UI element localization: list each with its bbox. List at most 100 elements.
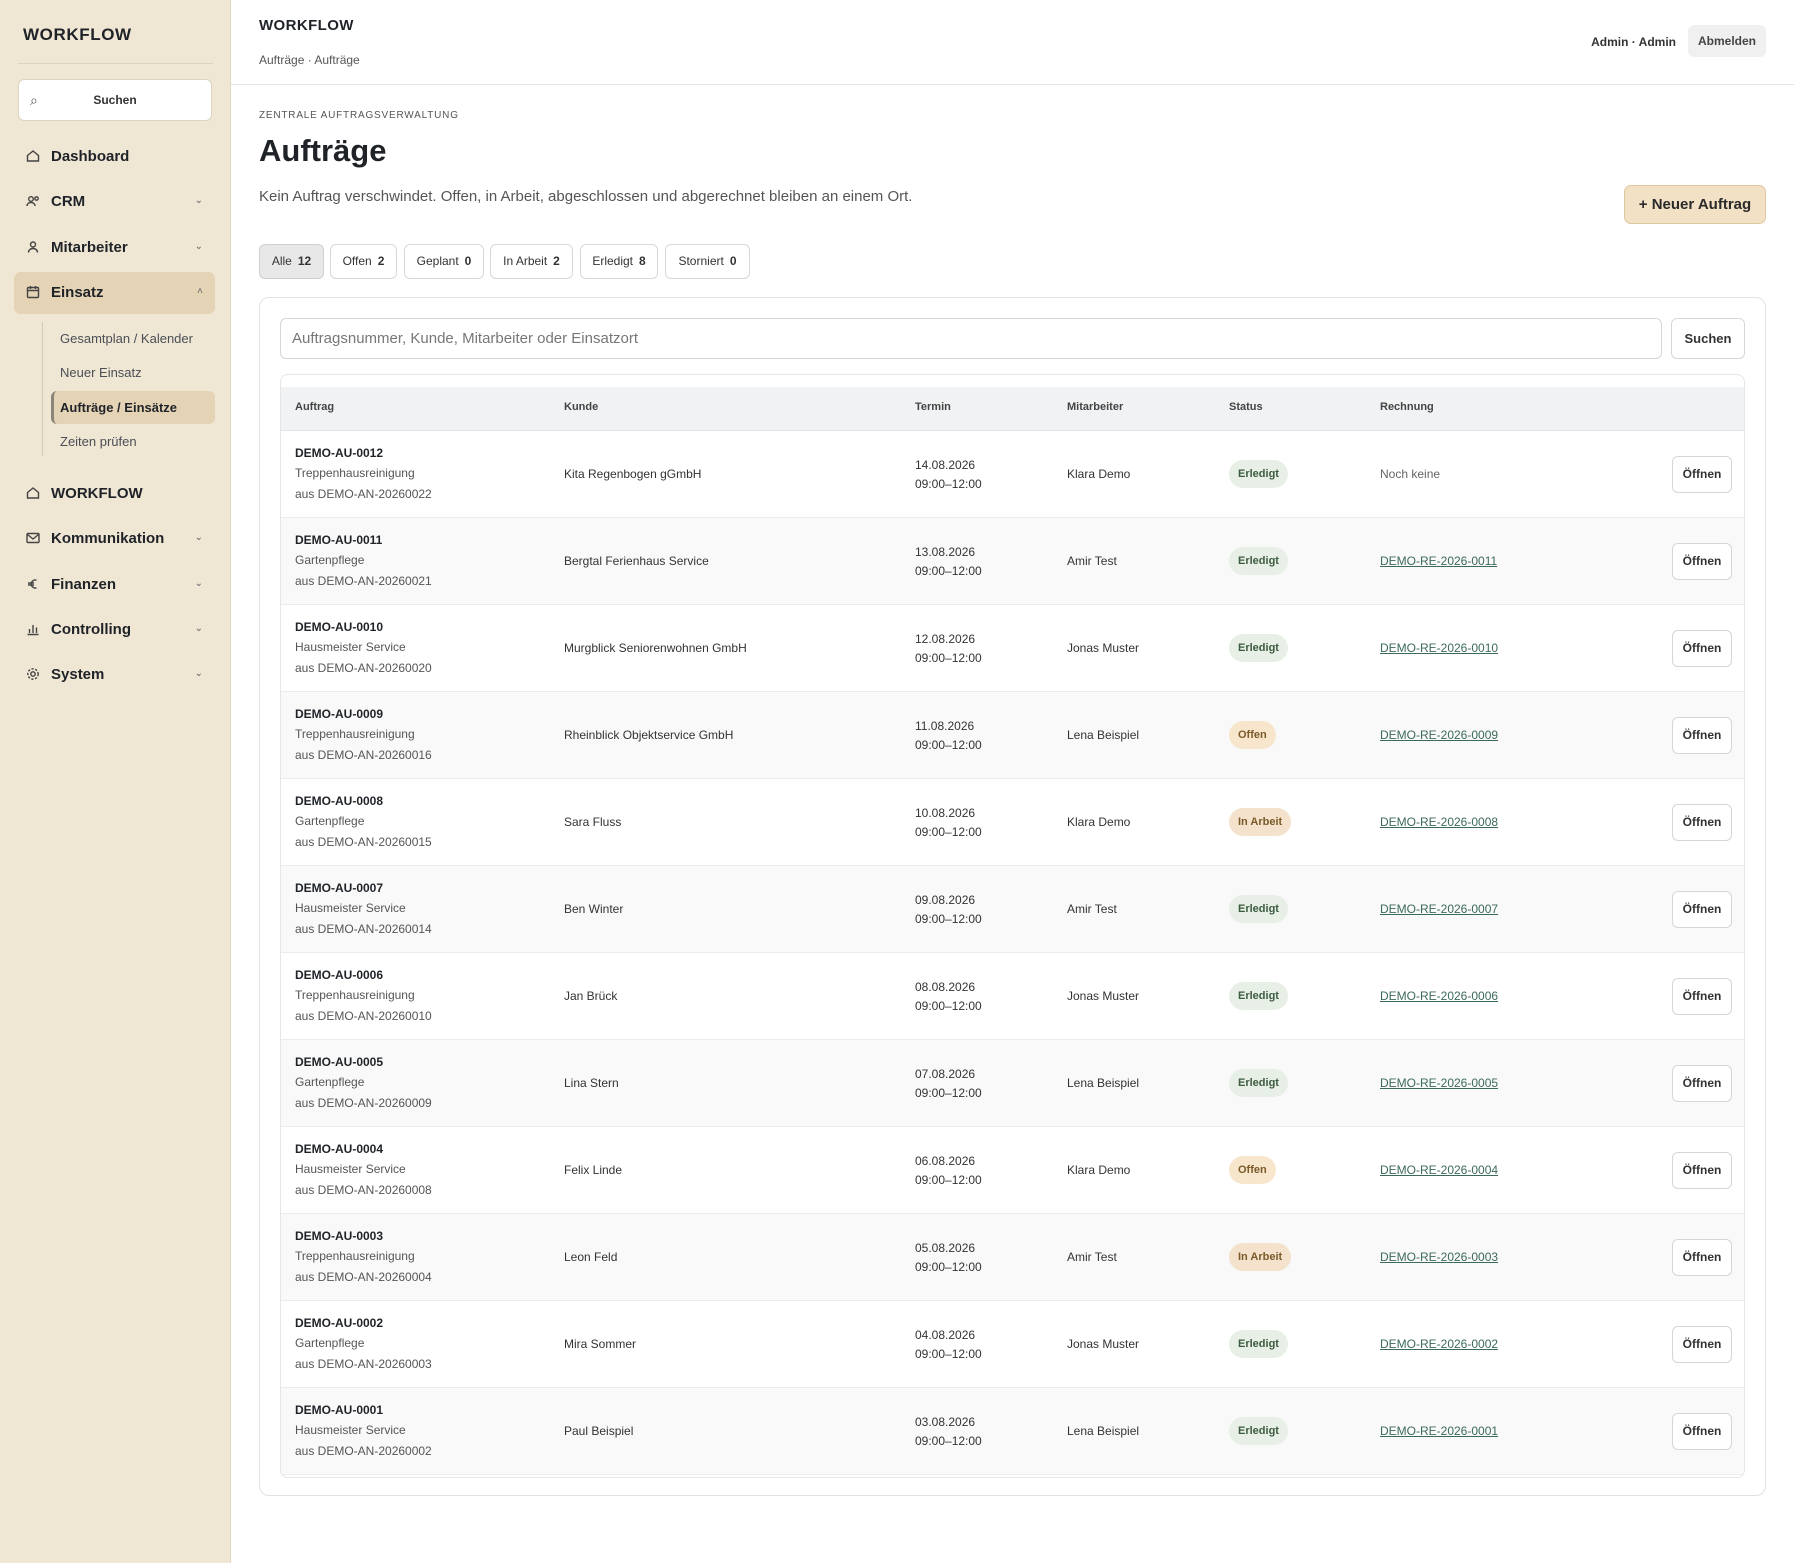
sidebar-item-system[interactable]: System ⌄ <box>14 654 215 696</box>
invoice-link[interactable]: DEMO-RE-2026-0007 <box>1380 902 1498 916</box>
filter-tab-alle[interactable]: Alle 12 <box>259 244 324 279</box>
filter-tab-erledigt[interactable]: Erledigt 8 <box>580 244 658 279</box>
appointment-time: 09:00–12:00 <box>915 651 982 665</box>
filter-tab-storniert[interactable]: Storniert 0 <box>665 244 750 279</box>
invoice-link[interactable]: DEMO-RE-2026-0010 <box>1380 641 1498 655</box>
order-source: aus DEMO-AN-20260004 <box>295 1270 432 1284</box>
open-order-button[interactable]: Öffnen <box>1672 891 1732 928</box>
invoice-link[interactable]: DEMO-RE-2026-0009 <box>1380 728 1498 742</box>
app-title: WORKFLOW <box>259 17 354 34</box>
invoice-link[interactable]: DEMO-RE-2026-0006 <box>1380 989 1498 1003</box>
appointment-date: 11.08.2026 <box>915 719 975 733</box>
appointment-date: 06.08.2026 <box>915 1154 976 1168</box>
invoice-link[interactable]: DEMO-RE-2026-0005 <box>1380 1076 1498 1090</box>
customer-name: Mira Sommer <box>564 1337 637 1351</box>
table-row[interactable]: DEMO-AU-0001 Hausmeister Service aus DEMO-… <box>281 1388 1744 1475</box>
status-badge: Erledigt <box>1229 1069 1288 1097</box>
appointment-time: 09:00–12:00 <box>915 1086 982 1100</box>
table-row[interactable]: DEMO-AU-0010 Hausmeister Service aus DEMO-… <box>281 605 1744 692</box>
open-order-button[interactable]: Öffnen <box>1672 1326 1732 1363</box>
filter-count: 12 <box>297 254 312 268</box>
table-row[interactable]: DEMO-AU-0004 Hausmeister Service aus DEMO-… <box>281 1127 1744 1214</box>
invoice-link[interactable]: DEMO-RE-2026-0004 <box>1380 1163 1498 1177</box>
table-row[interactable]: DEMO-AU-0007 Hausmeister Service aus DEMO-… <box>281 866 1744 953</box>
invoice-link[interactable]: DEMO-RE-2026-0008 <box>1380 815 1498 829</box>
open-order-button[interactable]: Öffnen <box>1672 978 1732 1015</box>
appointment-date: 07.08.2026 <box>915 1067 976 1081</box>
column-header-termin[interactable]: Termin <box>915 401 951 413</box>
open-order-button[interactable]: Öffnen <box>1672 543 1732 580</box>
table-row[interactable]: DEMO-AU-0008 Gartenpflege aus DEMO-AN-2026… <box>281 779 1744 866</box>
sidebar-subitem-label: Gesamtplan / Kalender <box>60 331 193 346</box>
filter-label: In Arbeit <box>503 254 548 268</box>
order-search-input[interactable] <box>280 318 1662 359</box>
open-order-button[interactable]: Öffnen <box>1672 1065 1732 1102</box>
sidebar-item-crm[interactable]: CRM ⌄ <box>14 181 215 223</box>
table-row[interactable]: DEMO-AU-0006 Treppenhausreinigung aus DEMO… <box>281 953 1744 1040</box>
appointment-time: 09:00–12:00 <box>915 1260 982 1274</box>
sidebar-item-label: Kommunikation <box>51 530 165 547</box>
orders-panel: Suchen Auftrag Kunde Termin Mitarbeiter … <box>259 297 1766 1496</box>
logout-button[interactable]: Abmelden <box>1687 25 1766 57</box>
sidebar-subitem-label: Neuer Einsatz <box>60 365 142 380</box>
sidebar-item-einsatz[interactable]: Einsatz ˄ <box>14 272 215 314</box>
open-order-button[interactable]: Öffnen <box>1672 804 1732 841</box>
invoice-link[interactable]: DEMO-RE-2026-0001 <box>1380 1424 1498 1438</box>
column-header-rechnung[interactable]: Rechnung <box>1380 401 1434 413</box>
column-header-mitarbeiter[interactable]: Mitarbeiter <box>1067 401 1123 413</box>
new-order-button[interactable]: + Neuer Auftrag <box>1624 185 1766 224</box>
open-order-button[interactable]: Öffnen <box>1672 1413 1732 1450</box>
sidebar-item-kommunikation[interactable]: Kommunikation ⌄ <box>14 518 215 560</box>
order-id: DEMO-AU-0011 <box>295 533 383 547</box>
table-row[interactable]: DEMO-AU-0002 Gartenpflege aus DEMO-AN-2026… <box>281 1301 1744 1388</box>
table-row[interactable]: DEMO-AU-0011 Gartenpflege aus DEMO-AN-2026… <box>281 518 1744 605</box>
employee-name: Jonas Muster <box>1067 641 1140 655</box>
filter-tab-in-arbeit[interactable]: In Arbeit 2 <box>490 244 573 279</box>
invoice-link[interactable]: DEMO-RE-2026-0003 <box>1380 1250 1498 1264</box>
column-header-kunde[interactable]: Kunde <box>564 401 598 413</box>
open-order-button[interactable]: Öffnen <box>1672 1239 1732 1276</box>
customer-name: Jan Brück <box>564 989 618 1003</box>
appointment-time: 09:00–12:00 <box>915 1173 982 1187</box>
chevron-down-icon: ⌄ <box>194 532 203 543</box>
sidebar-item-controlling[interactable]: Controlling ⌄ <box>14 609 215 651</box>
table-row[interactable]: DEMO-AU-0005 Gartenpflege aus DEMO-AN-2026… <box>281 1040 1744 1127</box>
sidebar-item-workflow[interactable]: WORKFLOW <box>14 473 215 515</box>
open-order-button[interactable]: Öffnen <box>1672 630 1732 667</box>
filter-tab-offen[interactable]: Offen 2 <box>330 244 397 279</box>
column-header-status[interactable]: Status <box>1229 401 1263 413</box>
mail-icon <box>26 532 40 544</box>
chevron-down-icon: ⌄ <box>194 241 203 252</box>
order-source: aus DEMO-AN-20260014 <box>295 922 432 936</box>
open-order-button[interactable]: Öffnen <box>1672 717 1732 754</box>
order-source: aus DEMO-AN-20260020 <box>295 661 432 675</box>
filter-tab-geplant[interactable]: Geplant 0 <box>404 244 484 279</box>
sidebar-item-finanzen[interactable]: Finanzen ⌄ <box>14 564 215 606</box>
brand-logo[interactable]: WORKFLOW <box>23 25 132 45</box>
sidebar-item-mitarbeiter[interactable]: Mitarbeiter ⌄ <box>14 227 215 269</box>
order-service: Treppenhausreinigung <box>295 988 415 1002</box>
customer-name: Rheinblick Objektservice GmbH <box>564 728 734 742</box>
search-button[interactable]: Suchen <box>1671 318 1745 359</box>
table-row[interactable]: DEMO-AU-0003 Treppenhausreinigung aus DEMO… <box>281 1214 1744 1301</box>
sidebar-search-button[interactable]: ⌕ Suchen <box>18 79 212 121</box>
order-service: Gartenpflege <box>295 1336 365 1350</box>
table-row[interactable]: DEMO-AU-0009 Treppenhausreinigung aus DEMO… <box>281 692 1744 779</box>
customer-name: Leon Feld <box>564 1250 618 1264</box>
divider <box>18 63 213 64</box>
invoice-link[interactable]: DEMO-RE-2026-0002 <box>1380 1337 1498 1351</box>
column-header-auftrag[interactable]: Auftrag <box>295 401 334 413</box>
table-row[interactable]: DEMO-AU-0012 Treppenhausreinigung aus DEMO… <box>281 431 1744 518</box>
order-service: Hausmeister Service <box>295 1162 406 1176</box>
sidebar-subitem-zeiten-pruefen[interactable]: Zeiten prüfen <box>51 425 215 458</box>
invoice-link[interactable]: DEMO-RE-2026-0011 <box>1380 554 1497 568</box>
sidebar-subitem-gesamtplan[interactable]: Gesamtplan / Kalender <box>51 322 215 355</box>
sidebar-subitem-neuer-einsatz[interactable]: Neuer Einsatz <box>51 356 215 389</box>
open-order-button[interactable]: Öffnen <box>1672 456 1732 493</box>
sidebar-item-dashboard[interactable]: Dashboard <box>14 136 215 178</box>
filter-label: Geplant <box>416 254 459 268</box>
appointment-date: 09.08.2026 <box>915 893 976 907</box>
open-order-button[interactable]: Öffnen <box>1672 1152 1732 1189</box>
status-badge: Erledigt <box>1229 1417 1288 1445</box>
sidebar-subitem-auftraege[interactable]: Aufträge / Einsätze <box>51 391 215 424</box>
